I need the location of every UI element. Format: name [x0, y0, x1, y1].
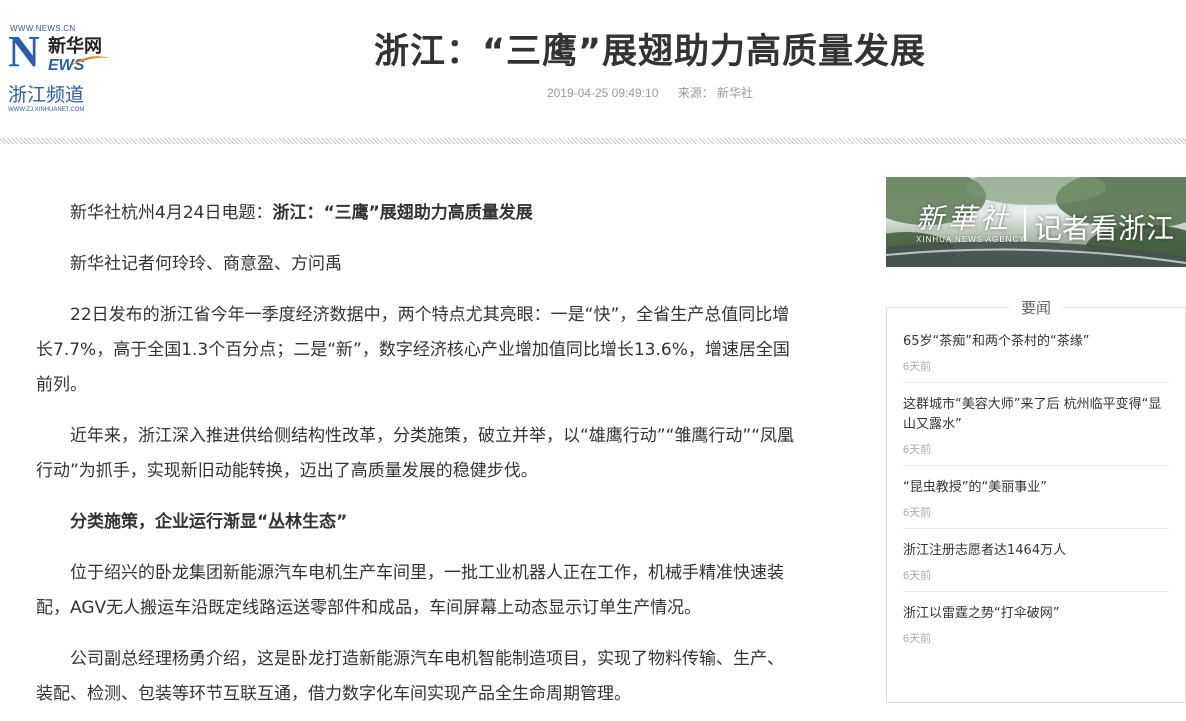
banner-title: 记者看浙江 — [1034, 212, 1175, 245]
news-date: 6天前 — [903, 361, 932, 373]
list-item: 浙江以雷霆之势“打伞破网” 6天前 — [903, 604, 1169, 654]
logo-channel: 浙江频道 — [8, 84, 85, 106]
list-item: 这群城市“美容大师”来了后 杭州临平变得“显山又露水” 6天前 — [903, 395, 1169, 466]
article-body: 新华社杭州4月24日电题：浙江：“三鹰”展翅助力高质量发展 新华社记者何玲玲、商… — [36, 196, 800, 721]
news-link[interactable]: 浙江以雷霆之势“打伞破网” — [903, 604, 1169, 624]
reporter-zhejiang-banner[interactable]: 新華社 XINHUA NEWS AGENCY 记者看浙江 — [886, 177, 1186, 267]
publish-datetime: 2019-04-25 09:49:10 — [546, 86, 659, 100]
xinhuanet-zhejiang-logo[interactable]: WWW.NEWS.CN N 新华网 EWS 浙江频道 WWW.ZJ.XINHUA… — [8, 24, 110, 116]
news-link[interactable]: “昆虫教授”的“美丽事业” — [903, 478, 1169, 498]
header-divider — [0, 138, 1186, 144]
article-paragraph: 位于绍兴的卧龙集团新能源汽车电机生产车间里，一批工业机器人正在工作，机械手精准快… — [36, 563, 784, 618]
banner-separator — [1024, 207, 1026, 241]
list-item: “昆虫教授”的“美丽事业” 6天前 — [903, 478, 1169, 529]
top-news-box: 要闻 65岁“茶痴”和两个茶村的“茶缘” 6天前 这群城市“美容大师”来了后 杭… — [886, 299, 1186, 703]
news-date: 6天前 — [903, 633, 932, 645]
article-paragraph: 近年来，浙江深入推进供给侧结构性改革，分类施策，破立并举，以“雄鹰行动”“雏鹰行… — [36, 426, 795, 481]
article-byline: 新华社记者何玲玲、商意盈、方问禹 — [70, 254, 342, 274]
article-source: 来源： 新华社 — [677, 86, 754, 100]
page-header: WWW.NEWS.CN N 新华网 EWS 浙江频道 WWW.ZJ.XINHUA… — [0, 0, 1186, 140]
logo-channel-url: WWW.ZJ.XINHUANET.COM — [8, 107, 85, 113]
news-link[interactable]: 这群城市“美容大师”来了后 杭州临平变得“显山又露水” — [903, 395, 1169, 435]
logo-swoosh-icon — [70, 56, 110, 66]
logo-n-letter: N — [8, 27, 40, 76]
news-date: 6天前 — [903, 507, 932, 519]
banner-brand-en: XINHUA NEWS AGENCY — [916, 235, 1026, 244]
top-news-list: 65岁“茶痴”和两个茶村的“茶缘” 6天前 这群城市“美容大师”来了后 杭州临平… — [903, 332, 1169, 666]
article-dateline: 新华社杭州4月24日电题：浙江：“三鹰”展翅助力高质量发展 — [36, 196, 800, 231]
news-link[interactable]: 浙江注册志愿者达1464万人 — [903, 541, 1169, 561]
article-subheading: 分类施策，企业运行渐显“丛林生态” — [70, 512, 348, 532]
article-headline: 浙江：“三鹰”展翅助力高质量发展 — [373, 32, 926, 72]
article-paragraph: 22日发布的浙江省今年一季度经济数据中，两个特点尤其亮眼：一是“快”，全省生产总… — [36, 305, 790, 395]
news-link[interactable]: 65岁“茶痴”和两个茶村的“茶缘” — [903, 332, 1169, 352]
list-item: 65岁“茶痴”和两个茶村的“茶缘” 6天前 — [903, 332, 1169, 383]
news-date: 6天前 — [903, 570, 932, 582]
news-date: 6天前 — [903, 444, 932, 456]
list-item: 浙江注册志愿者达1464万人 6天前 — [903, 541, 1169, 592]
article-paragraph: 公司副总经理杨勇介绍，这是卧龙打造新能源汽车电机智能制造项目，实现了物料传输、生… — [36, 649, 784, 704]
dateline-prefix: 新华社杭州4月24日电题： — [70, 203, 273, 223]
banner-brand-cn: 新華社 — [916, 202, 1013, 235]
top-news-title: 要闻 — [887, 297, 1185, 318]
dateline-title: 浙江：“三鹰”展翅助力高质量发展 — [272, 203, 533, 223]
article-meta: 2019-04-25 09:49:10 来源： 新华社 — [300, 84, 1000, 101]
top-news-title-text: 要闻 — [1008, 299, 1063, 317]
